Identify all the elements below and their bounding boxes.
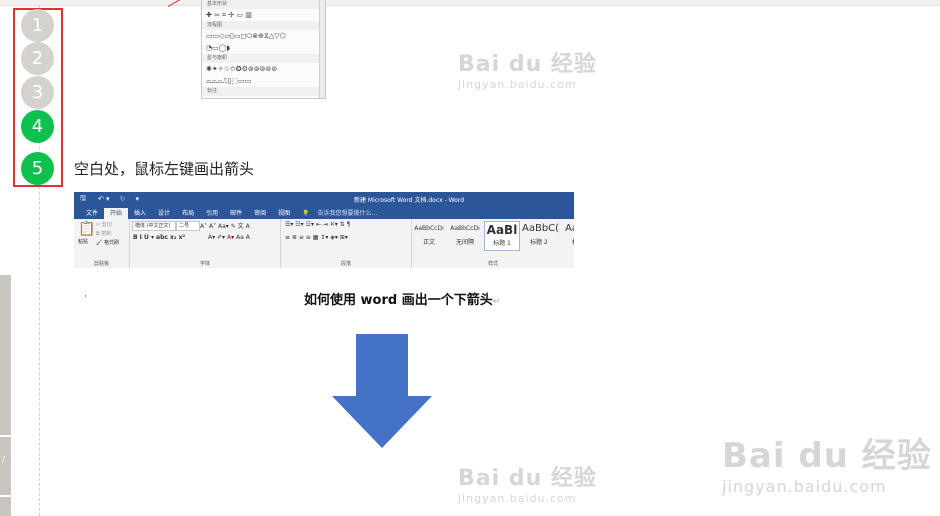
step-5[interactable]: 5 (21, 152, 54, 185)
group-styles: AaBbCcDı 正文 AaBbCcDı 无间隔 AaBl 标题 1 AaBbC( 标题… (412, 219, 574, 268)
step-4[interactable]: 4 (21, 110, 54, 143)
style-title: AaB 标 (558, 221, 574, 249)
format-painter-label: 格式刷 (103, 240, 119, 246)
shape-row: ✺✦✧☆✩✪⚙⊚⊚⊚⊚⊚ (206, 65, 278, 73)
font-size-box: 二号 (176, 221, 200, 231)
step-2[interactable]: 2 (21, 42, 54, 75)
shape-gallery-screenshot: 基本形状 ✚ ⬄ ⌗ ✢ ▭ ▥ 流程图 ▭▭◇▱▯▭◻⬭⊗⊕⧖△▽⬠ ◔▭◯◗… (201, 0, 326, 99)
baidu-watermark: Bai du 经验 jingyan.baidu.com (458, 460, 597, 505)
list-icons: ☰▾ ☷▾ ☳▾ ⇤ ⇥ ✕▾ ⇅ ¶ (285, 221, 351, 228)
font-style-icons: B I U ▾ abc x₂ x² (133, 234, 186, 241)
down-arrow-shape (332, 334, 432, 448)
style-preview: AaBbCcDı (414, 225, 444, 232)
customize-icon: ▾ (135, 195, 139, 203)
style-name: 正文 (422, 239, 435, 246)
group-font: 楷体 (中文正文) 二号 A˄ A˅ Aa▾ ✎ 文 A B I U ▾ abc… (130, 219, 281, 268)
word-tab-mailings: 邮件 (230, 210, 243, 217)
shape-section-stars: 星与旗帜 (202, 54, 325, 63)
watermark-brand: Bai du 经验 (458, 52, 597, 77)
top-border (0, 0, 940, 6)
step-3[interactable]: 3 (21, 76, 54, 109)
word-tab-home: 开始 (104, 208, 129, 219)
style-name: 标题 2 (530, 239, 548, 246)
shape-row: ◔▭◯◗ (206, 44, 231, 52)
baidu-watermark: Bai du 经验 jingyan.baidu.com (458, 46, 597, 91)
watermark-url: jingyan.baidu.com (458, 492, 577, 505)
paragraph-mark: ↵ (492, 297, 501, 307)
word-tell-me: 💡 告诉我您想要做什么... (296, 208, 389, 219)
style-preview: AaBl (486, 223, 518, 237)
word-tab-insert: 插入 (134, 210, 147, 217)
style-heading-2: AaBbC( 标题 2 (522, 221, 560, 249)
redo-icon: ↻ (119, 195, 126, 203)
style-heading-1: AaBl 标题 1 (484, 221, 520, 251)
style-preview: AaB (565, 223, 574, 234)
group-label-clipboard: 剪贴板 (93, 261, 109, 267)
shape-row: ⌓⌓⌓⎍▯⬚▭▭ (206, 76, 252, 85)
shape-section-basic: 基本形状 (202, 0, 325, 9)
font-name-box: 楷体 (中文正文) (132, 221, 176, 231)
style-normal: AaBbCcDı 正文 (412, 221, 446, 249)
word-tab-review: 审阅 (254, 210, 267, 217)
format-painter-item: 🖌 格式刷 (96, 240, 119, 246)
side-tab-mark: / (2, 455, 6, 465)
side-tab-upper[interactable] (0, 275, 11, 435)
copy-label: 复制 (101, 231, 112, 237)
word-tab-layout: 布局 (182, 210, 195, 217)
group-clipboard: 📋 粘贴 ✂ 剪切 ⧉ 复制 🖌 格式刷 剪贴板 (74, 219, 130, 268)
group-label-font: 字体 (199, 261, 210, 267)
group-label-paragraph: 段落 (340, 261, 351, 267)
shape-section-flowchart: 流程图 (202, 21, 325, 30)
style-name: 标题 1 (493, 240, 511, 247)
document-title: 如何使用 word 画出一个下箭头↵ (304, 289, 500, 308)
word-tabs: 文件 开始 插入 设计 布局 引用 邮件 审阅 视图 💡 告诉我您想要做什么..… (74, 206, 574, 219)
font-color-icon: A (226, 234, 232, 241)
side-tab-bottom[interactable] (0, 497, 11, 516)
font-grow-icons: A˄ A˅ Aa▾ ✎ 文 A (200, 223, 250, 230)
word-tab-file: 文件 (86, 210, 99, 217)
shape-row: ▭▭◇▱▯▭◻⬭⊗⊕⧖△▽⬠ (206, 31, 286, 40)
shape-row: ✚ ⬄ ⌗ ✢ ▭ ▥ (206, 10, 252, 19)
save-icon: 🖫 (80, 193, 86, 202)
watermark-url: jingyan.baidu.com (458, 78, 577, 91)
shape-gallery-scrollbar (319, 0, 325, 98)
word-ribbon-body: 📋 粘贴 ✂ 剪切 ⧉ 复制 🖌 格式刷 剪贴板 楷体 (中文正文) 二号 A˄… (74, 219, 574, 268)
group-paragraph: ☰▾ ☷▾ ☳▾ ⇤ ⇥ ✕▾ ⇅ ¶ ≡ ≣ ≡ ≡ ▦ ↕▾ ◈▾ ⊞▾ 段… (281, 219, 412, 268)
watermark-url: jingyan.baidu.com (722, 477, 887, 496)
watermark-brand: Bai du 经验 (458, 466, 597, 491)
document-bullet: · (84, 292, 87, 302)
word-tab-design: 设计 (158, 210, 171, 217)
watermark-brand: Bai du 经验 (722, 436, 932, 476)
word-titlebar: 🖫 ↶ ▾ ↻ ▾ 新建 Microsoft Word 文档.docx - Wo… (74, 192, 574, 206)
word-tab-references: 引用 (206, 210, 219, 217)
group-label-styles: 样式 (487, 261, 498, 267)
paste-label: 粘贴 (78, 239, 89, 245)
cut-label: 剪切 (101, 222, 112, 228)
cut-item: ✂ 剪切 (96, 222, 112, 228)
baidu-watermark-large: Bai du 经验 jingyan.baidu.com (722, 428, 932, 496)
step-instruction-text: 空白处，鼠标左键画出箭头 (74, 160, 255, 178)
style-name: 无间隔 (455, 239, 474, 246)
style-preview: AaBbCcDı (450, 225, 480, 232)
step-1[interactable]: 1 (21, 9, 54, 42)
style-name: 标 (572, 239, 574, 246)
style-preview: AaBbC( (522, 223, 560, 234)
undo-icon: ↶ ▾ (97, 195, 110, 203)
paste-icon: 📋 (78, 221, 96, 237)
style-no-spacing: AaBbCcDı 无间隔 (448, 221, 482, 249)
copy-item: ⧉ 复制 (96, 231, 112, 237)
word-window-title: 新建 Microsoft Word 文档.docx - Word (354, 197, 465, 204)
word-ribbon-screenshot: 🖫 ↶ ▾ ↻ ▾ 新建 Microsoft Word 文档.docx - Wo… (74, 192, 574, 268)
font-color-icons: A▾ ✐▾ A▾ Aa A (208, 234, 250, 241)
word-tab-view: 视图 (278, 210, 291, 217)
side-tab-lower[interactable]: / (0, 437, 11, 495)
document-title-text: 如何使用 word 画出一个下箭头 (304, 293, 493, 308)
shape-section-callout: 标注 (202, 87, 325, 96)
align-icons: ≡ ≣ ≡ ≡ ▦ ↕▾ ◈▾ ⊞▾ (285, 234, 348, 241)
step-list-highlight: 1 2 3 4 5 (13, 8, 63, 187)
tell-me-text: 告诉我您想要做什么... (317, 210, 378, 217)
